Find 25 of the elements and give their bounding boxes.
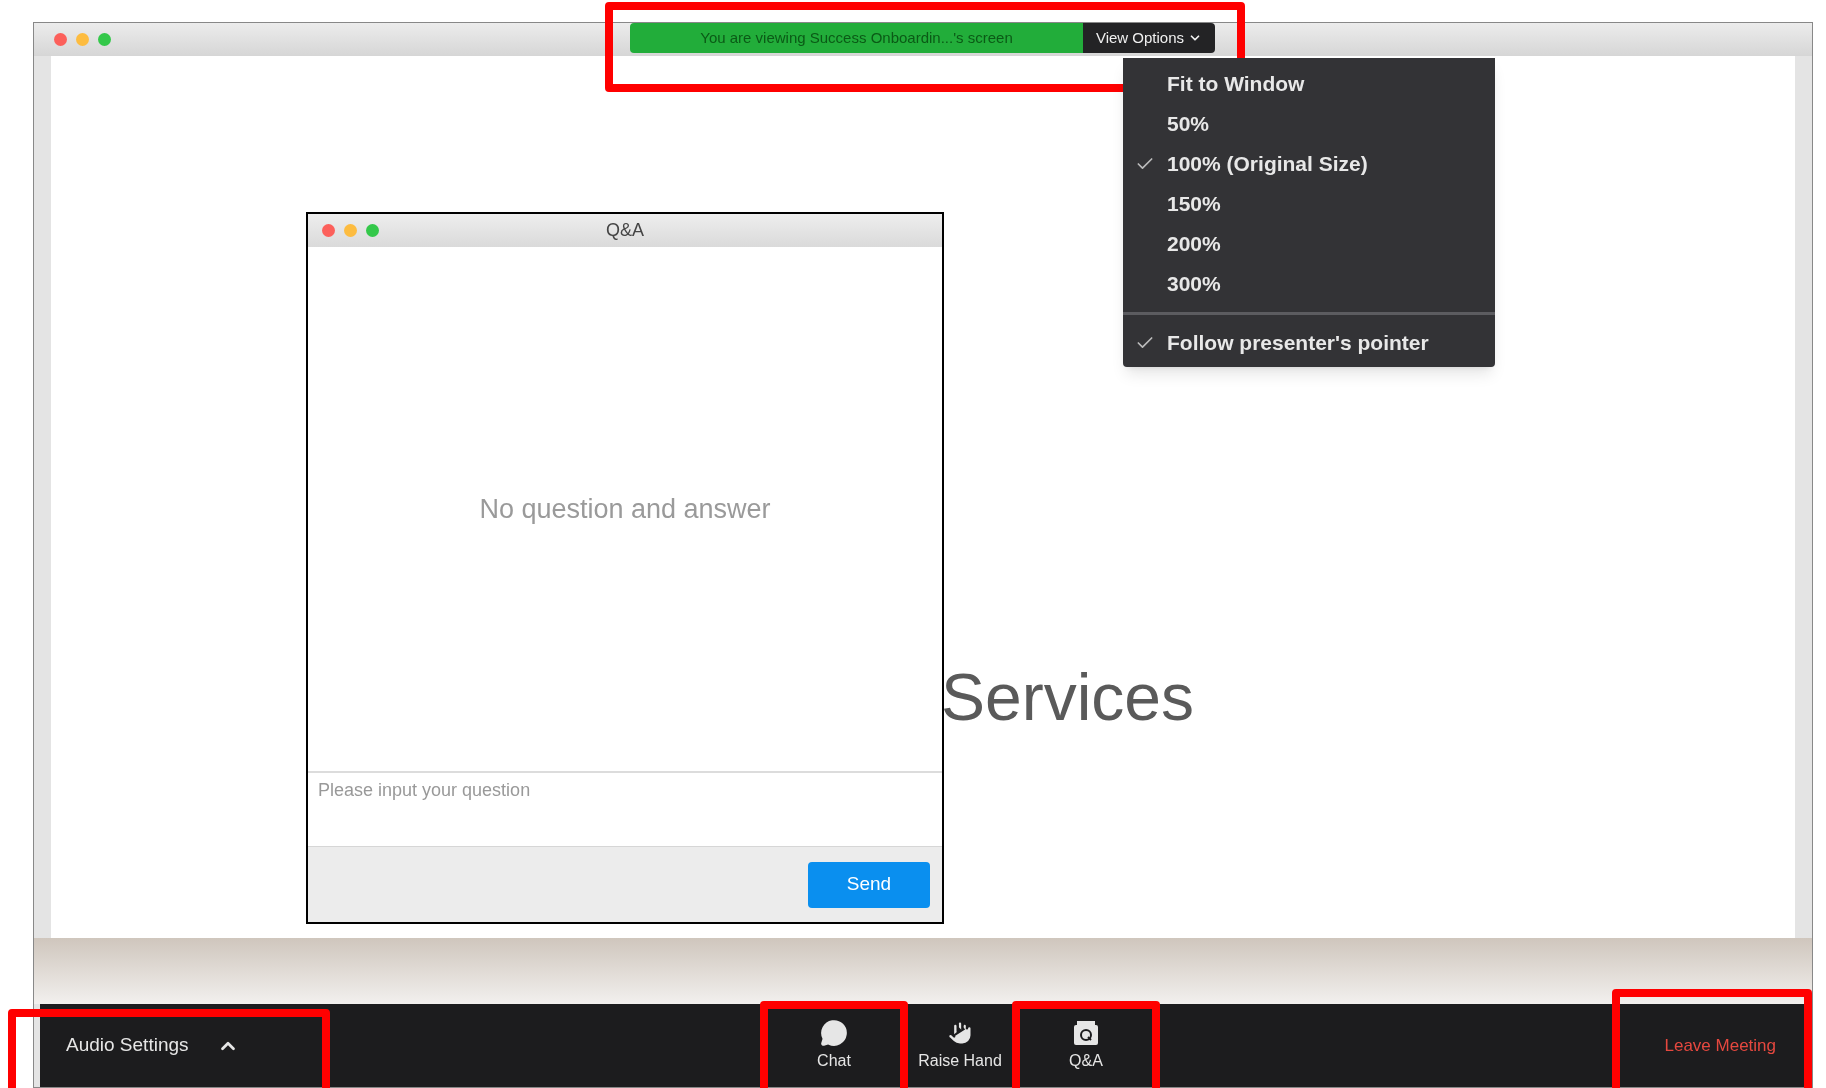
audio-settings-label[interactable]: Audio Settings xyxy=(66,1031,189,1060)
window-title: Q&A xyxy=(605,219,645,242)
toolbar-button[interactable]: Chat xyxy=(780,1014,888,1077)
chat-bubble-icon xyxy=(820,1018,848,1047)
toolbar-button[interactable]: Raise Hand xyxy=(906,1014,1014,1077)
close-window-icon[interactable] xyxy=(322,224,335,237)
zoom-window-icon[interactable] xyxy=(98,33,111,46)
menu-item[interactable]: 100% (Original Size) xyxy=(1123,144,1495,184)
leave-meeting-button[interactable]: Leave Meeting xyxy=(1658,1028,1782,1063)
toolbar-button[interactable]: Q&A xyxy=(1032,1014,1140,1077)
qa-icon xyxy=(1071,1018,1101,1047)
menu-item[interactable]: Fit to Window xyxy=(1123,64,1495,104)
view-options-button[interactable]: View Options xyxy=(1083,23,1215,53)
minimize-window-icon[interactable] xyxy=(344,224,357,237)
zoom-window-icon[interactable] xyxy=(366,224,379,237)
minimize-window-icon[interactable] xyxy=(76,33,89,46)
menu-item[interactable]: 150% xyxy=(1123,184,1495,224)
menu-item[interactable]: 200% xyxy=(1123,224,1495,264)
close-window-icon[interactable] xyxy=(54,33,67,46)
menu-item[interactable]: 300% xyxy=(1123,264,1495,304)
menu-item[interactable]: Follow presenter's pointer xyxy=(1123,323,1495,363)
empty-state-message: No question and answer xyxy=(479,492,771,526)
screen-share-banner: You are viewing Success Onboardin...'s screen xyxy=(630,23,1083,53)
menu-item[interactable]: 50% xyxy=(1123,104,1495,144)
slide-heading: Services xyxy=(941,659,1195,736)
